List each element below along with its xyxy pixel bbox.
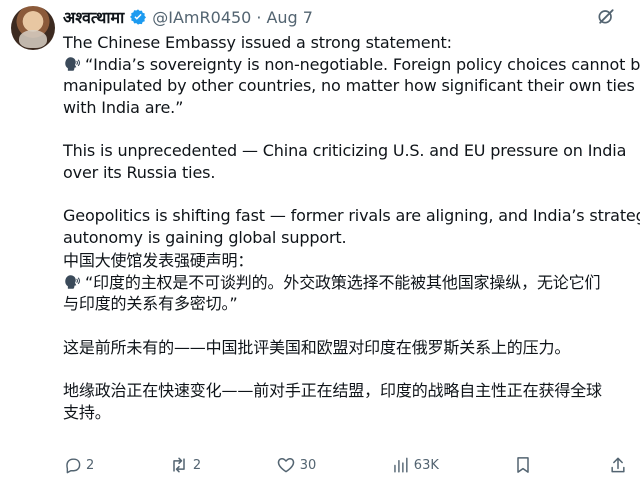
author-avatar[interactable] bbox=[11, 6, 55, 50]
quoted-line-chinese: “印度的主权是不可谈判的。外交政策选择不能被其他国家操纵，无论它们 bbox=[63, 272, 630, 294]
tweet-header: अश्वत्थामा @IAmR0450 · Aug 7 bbox=[63, 6, 313, 28]
text-line: 这是前所未有的——中国批评美国和欧盟对印度在俄罗斯关系上的压力。 bbox=[63, 337, 571, 357]
speaking-head-icon bbox=[63, 55, 81, 73]
meta-separator: · bbox=[256, 7, 262, 27]
repost-count: 2 bbox=[192, 457, 202, 473]
chinese-geopolitics-paragraph: 地缘政治正在快速变化——前对手正在结盟，印度的战略自主性正在获得全球 支持。 bbox=[63, 380, 630, 423]
tweet-date[interactable]: Aug 7 bbox=[266, 8, 313, 27]
verified-badge-icon bbox=[129, 8, 147, 26]
like-button[interactable]: 30 bbox=[276, 455, 317, 475]
text-line: autonomy is gaining global support. bbox=[63, 227, 347, 247]
chinese-statement-paragraph: 中国大使馆发表强硬声明： “印度的主权是不可谈判的。外交政策选择不能被其他国家操… bbox=[63, 250, 630, 315]
author-handle[interactable]: @IAmR0450 bbox=[152, 8, 251, 27]
text-line: 支持。 bbox=[63, 402, 111, 422]
text-line: 中国大使馆发表强硬声明： bbox=[63, 251, 254, 270]
repost-button[interactable]: 2 bbox=[169, 455, 201, 475]
repost-icon bbox=[169, 455, 189, 475]
reply-icon bbox=[63, 456, 82, 475]
views-button[interactable]: 63K bbox=[391, 456, 439, 475]
reply-count: 2 bbox=[86, 457, 95, 473]
geopolitics-paragraph: Geopolitics is shifting fast — former ri… bbox=[63, 205, 640, 248]
reply-button[interactable]: 2 bbox=[63, 456, 94, 475]
bookmark-icon bbox=[513, 455, 533, 475]
quoted-line: “India’s sovereignty is non-negotiable. … bbox=[63, 54, 640, 76]
like-icon bbox=[276, 455, 296, 475]
chinese-unprecedented-paragraph: 这是前所未有的——中国批评美国和欧盟对印度在俄罗斯关系上的压力。 bbox=[63, 337, 630, 359]
text-line: 地缘政治正在快速变化——前对手正在结盟，印度的战略自主性正在获得全球 bbox=[63, 381, 602, 400]
views-icon bbox=[391, 456, 410, 475]
bookmark-button[interactable] bbox=[513, 455, 533, 475]
share-button[interactable] bbox=[608, 455, 628, 475]
views-count: 63K bbox=[413, 457, 439, 473]
text-line: with India are.” bbox=[63, 97, 184, 117]
text-line: 与印度的关系有多密切。” bbox=[63, 294, 238, 313]
text-line: This is unprecedented — China criticizin… bbox=[63, 141, 627, 160]
share-icon bbox=[608, 455, 628, 475]
text-line: Geopolitics is shifting fast — former ri… bbox=[63, 206, 640, 225]
author-display-name[interactable]: अश्वत्थामा bbox=[63, 6, 124, 28]
quote-text: “India’s sovereignty is non-negotiable. … bbox=[85, 54, 640, 74]
unprecedented-paragraph: This is unprecedented — China criticizin… bbox=[63, 140, 630, 183]
tweet-actions: 2 2 30 63K bbox=[63, 453, 628, 477]
quote-text: “印度的主权是不可谈判的。外交政策选择不能被其他国家操纵，无论它们 bbox=[85, 272, 601, 292]
tweet-text: The Chinese Embassy issued a strong stat… bbox=[63, 32, 640, 445]
grok-icon[interactable] bbox=[596, 6, 616, 26]
text-line: over its Russia ties. bbox=[63, 162, 216, 182]
text-line: The Chinese Embassy issued a strong stat… bbox=[63, 33, 452, 52]
english-statement-paragraph: The Chinese Embassy issued a strong stat… bbox=[63, 32, 640, 118]
text-line: manipulated by other countries, no matte… bbox=[63, 76, 635, 95]
like-count: 30 bbox=[299, 457, 317, 473]
speaking-head-icon bbox=[63, 273, 81, 291]
tweet-card: अश्वत्थामा @IAmR0450 · Aug 7 The Chinese… bbox=[0, 0, 640, 480]
